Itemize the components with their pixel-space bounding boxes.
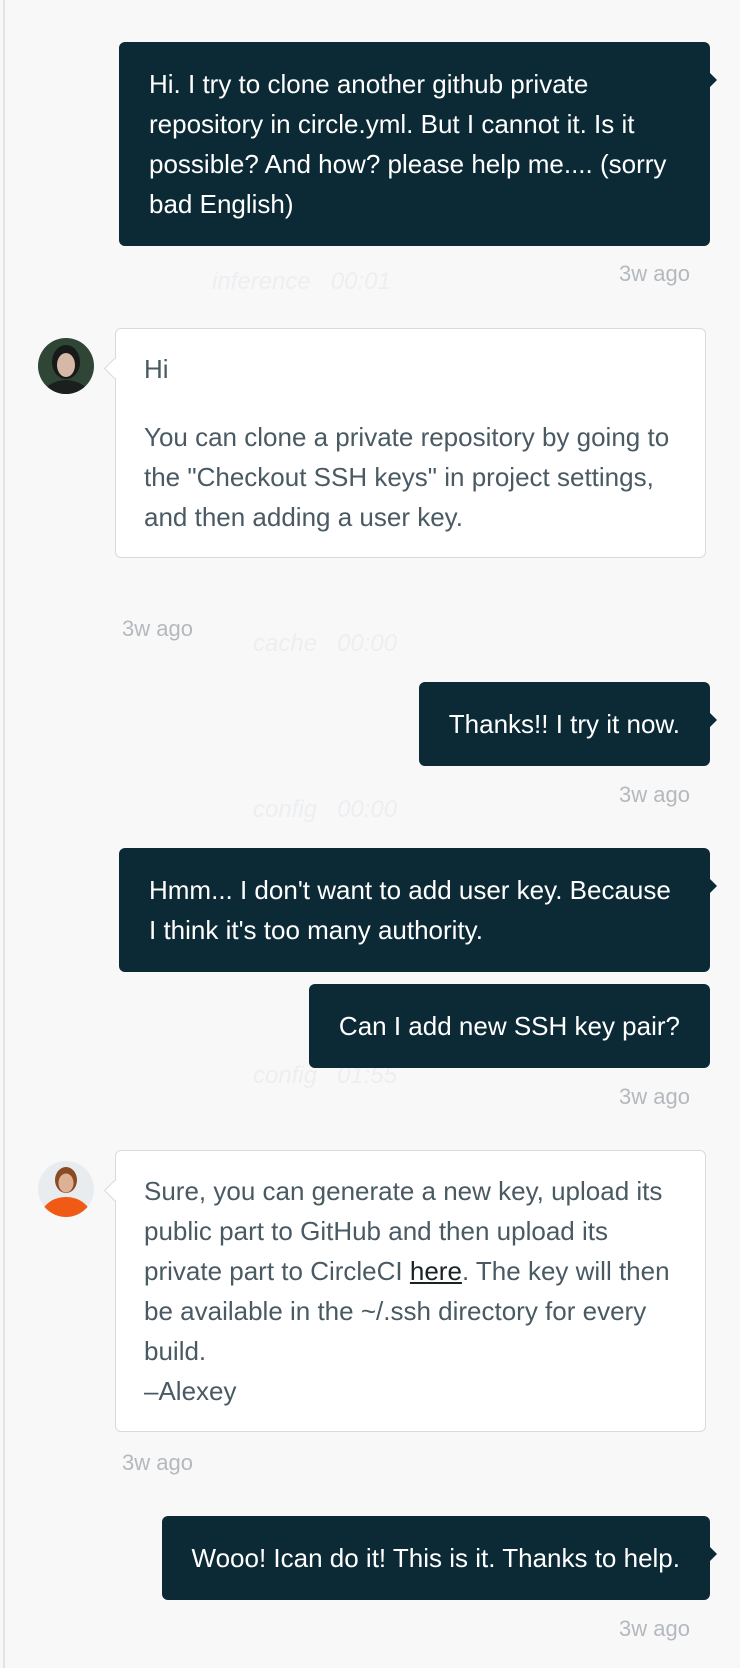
message-timestamp: 3w ago	[619, 1084, 690, 1109]
background-step-name: cache	[253, 630, 318, 657]
message-timestamp: 3w ago	[619, 1616, 690, 1641]
support-avatar	[38, 338, 94, 394]
message-text: Sure, you can generate a new key, upload…	[144, 1171, 677, 1411]
message-timestamp: 3w ago	[122, 616, 193, 641]
background-step-name: config	[253, 796, 318, 823]
outgoing-message: Hi. I try to clone another github privat…	[119, 42, 717, 246]
outgoing-message: Thanks!! I try it now.	[418, 682, 718, 766]
outgoing-message: Wooo! Ican do it! This is it. Thanks to …	[161, 1516, 718, 1600]
support-avatar	[38, 1161, 94, 1217]
message-timestamp: 3w ago	[619, 261, 690, 286]
outgoing-message: Can I add new SSH key pair?	[308, 984, 710, 1068]
outgoing-message: Hmm... I don't want to add user key. Bec…	[119, 848, 717, 972]
background-step-name: inference	[212, 268, 311, 295]
message-timestamp: 3w ago	[122, 1450, 193, 1475]
message-text: Hmm... I don't want to add user key. Bec…	[149, 875, 671, 945]
avatar-dark-hair-icon	[38, 338, 94, 394]
incoming-message: Sure, you can generate a new key, upload…	[115, 1150, 706, 1432]
incoming-message: Hi You can clone a private repository by…	[115, 328, 706, 558]
background-step-cache: cache 00:00	[253, 630, 397, 658]
background-step-duration: 00:00	[337, 796, 398, 823]
background-step-duration: 00:00	[337, 630, 398, 657]
background-step-inference: inference 00:01	[212, 268, 391, 296]
background-step-duration: 00:01	[330, 268, 391, 295]
message-text: Thanks!! I try it now.	[448, 709, 680, 739]
avatar-orange-jacket-icon	[38, 1161, 94, 1217]
message-text: Hi. I try to clone another github privat…	[149, 69, 667, 219]
background-step-name: config	[253, 1062, 318, 1089]
message-timestamp: 3w ago	[619, 782, 690, 807]
page-left-border	[3, 0, 5, 1668]
background-step-config: config 00:00	[253, 796, 397, 824]
message-text: Wooo! Ican do it! This is it. Thanks to …	[191, 1543, 680, 1573]
message-text: Can I add new SSH key pair?	[338, 1011, 680, 1041]
message-signature: –Alexey	[144, 1376, 237, 1406]
settings-link[interactable]: here	[410, 1256, 462, 1286]
message-text: You can clone a private repository by go…	[144, 422, 670, 532]
message-greeting: Hi	[144, 354, 169, 384]
